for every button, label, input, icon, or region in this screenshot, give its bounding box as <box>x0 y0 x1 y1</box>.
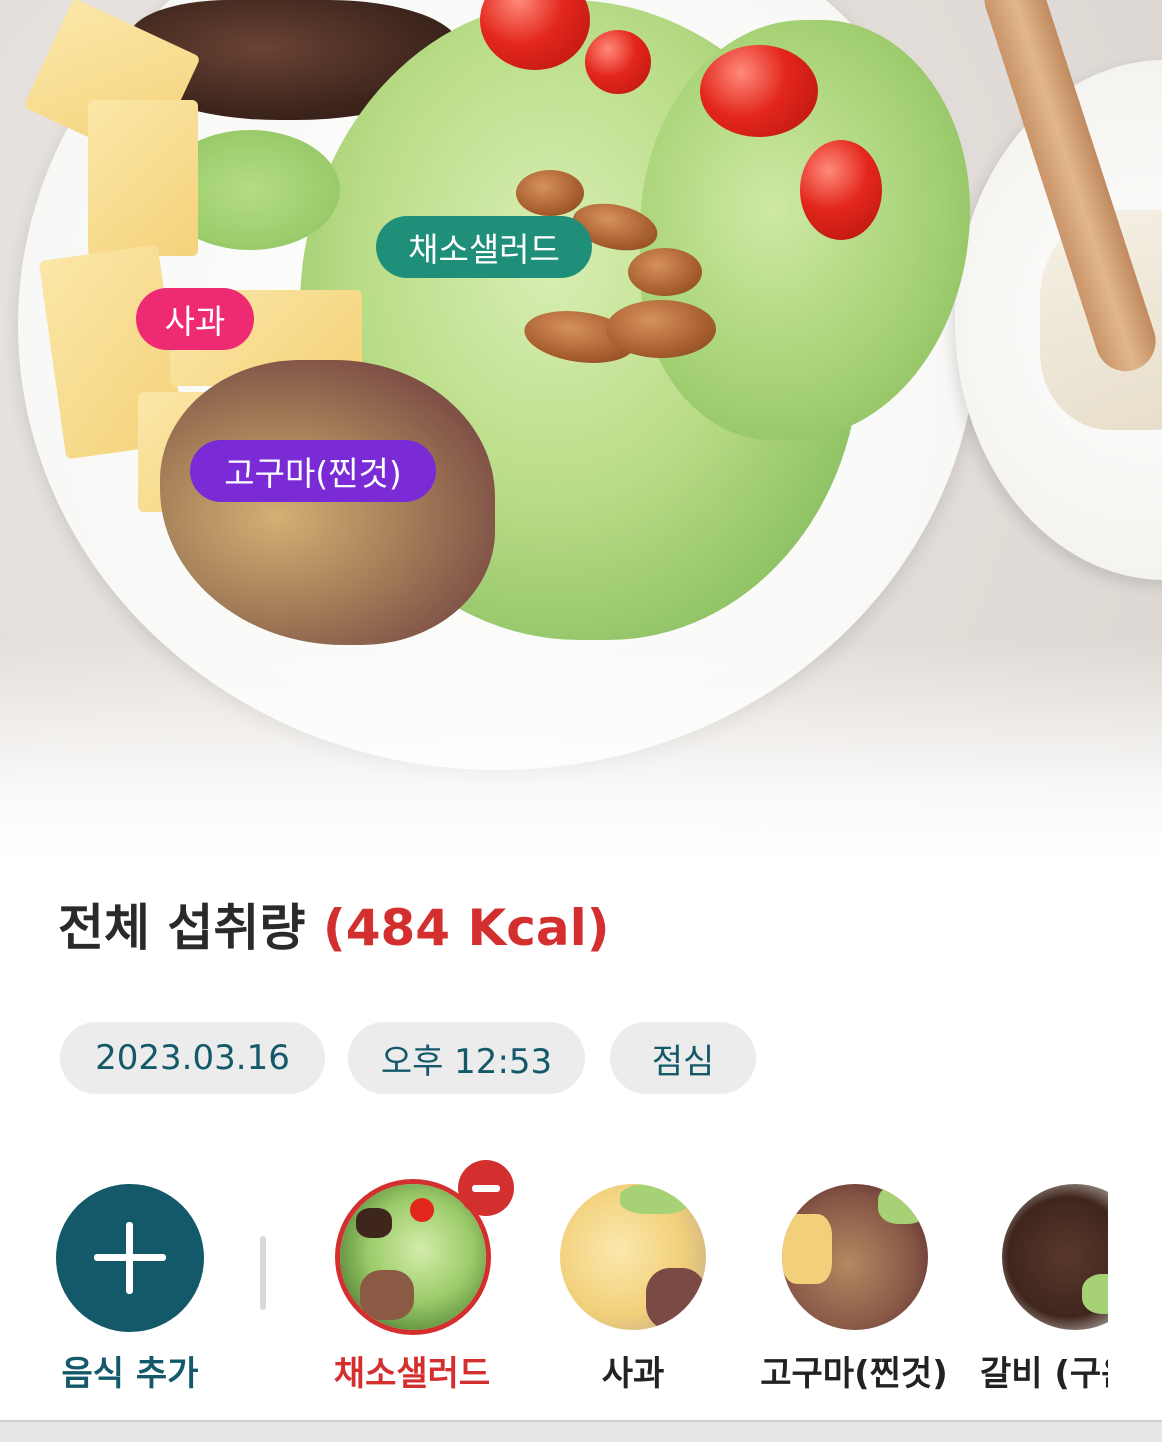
almond <box>606 300 716 358</box>
list-divider <box>260 1236 266 1310</box>
time-chip[interactable]: 오후 12:53 <box>348 1022 585 1094</box>
apple-slice <box>88 100 198 256</box>
food-list: 음식 추가 채소샐러드 사과 고구마(찐것) 갈비 (구운것) <box>0 1150 1108 1420</box>
food-item-thumb-apple[interactable] <box>560 1184 706 1330</box>
remove-food-button[interactable] <box>458 1160 514 1216</box>
food-item-label-galbi: 갈비 (구운것) <box>980 1354 1108 1394</box>
food-item-label-sweet-potato: 고구마(찐것) <box>760 1354 948 1394</box>
food-tag-apple[interactable]: 사과 <box>136 288 254 350</box>
intake-summary-title: 전체 섭취량 (484 Kcal) <box>58 888 610 960</box>
meal-type-chip[interactable]: 점심 <box>610 1022 756 1094</box>
almond <box>516 170 584 216</box>
intake-kcal: (484 Kcal) <box>322 899 610 957</box>
tomato <box>585 30 651 94</box>
tomato <box>800 140 882 240</box>
food-tag-sweet-potato[interactable]: 고구마(찐것) <box>190 440 436 502</box>
intake-title-text: 전체 섭취량 <box>58 899 306 957</box>
food-tag-salad[interactable]: 채소샐러드 <box>376 216 592 278</box>
minus-icon <box>472 1185 500 1192</box>
add-food-label: 음식 추가 <box>61 1354 199 1394</box>
almond <box>628 248 702 296</box>
food-item-thumb-sweet-potato[interactable] <box>782 1184 928 1330</box>
date-chip[interactable]: 2023.03.16 <box>60 1022 325 1094</box>
bottom-bar <box>0 1420 1162 1442</box>
add-food-button[interactable] <box>56 1184 204 1332</box>
food-item-label-salad: 채소샐러드 <box>333 1354 491 1394</box>
photo-fade <box>0 640 1162 860</box>
tomato <box>700 45 818 137</box>
food-item-thumb-galbi[interactable] <box>1002 1184 1108 1330</box>
food-item-label-apple: 사과 <box>601 1354 665 1394</box>
meal-photo: 채소샐러드 사과 고구마(찐것) <box>0 0 1162 860</box>
